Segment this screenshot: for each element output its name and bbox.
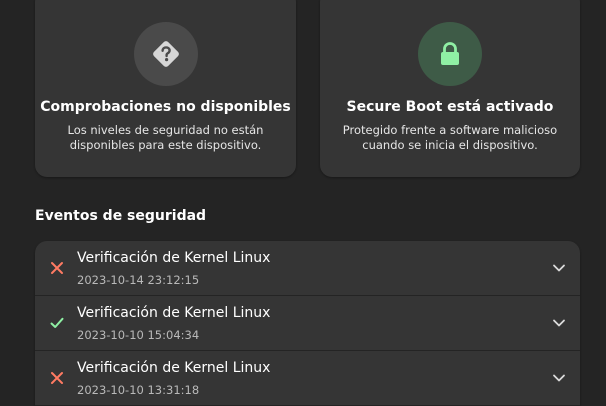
card-description: Protegido frente a software malicioso cu…: [342, 123, 558, 152]
event-timestamp: 2023-10-10 15:04:34: [77, 328, 200, 342]
event-row[interactable]: Verificación de Kernel Linux 2023-10-10 …: [35, 296, 580, 351]
card-icon-circle: [133, 22, 198, 86]
chevron-down-icon[interactable]: [552, 261, 566, 275]
x-icon: [51, 372, 63, 384]
event-timestamp: 2023-10-10 13:31:18: [77, 383, 200, 397]
event-title: Verificación de Kernel Linux: [77, 360, 271, 376]
checkmark-icon: [50, 317, 64, 328]
security-card-secure-boot: Secure Boot está activado Protegido fren…: [320, 0, 580, 177]
x-icon: [51, 262, 63, 274]
event-title: Verificación de Kernel Linux: [77, 250, 271, 266]
event-row[interactable]: Verificación de Kernel Linux 2023-10-14 …: [35, 241, 580, 296]
event-timestamp: 2023-10-14 23:12:15: [77, 273, 200, 287]
question-diamond-icon: [152, 41, 179, 67]
security-events-heading: Eventos de seguridad: [35, 208, 207, 224]
security-events-list: Verificación de Kernel Linux 2023-10-14 …: [35, 241, 580, 406]
event-row[interactable]: Verificación de Kernel Linux 2023-10-10 …: [35, 351, 580, 406]
card-title: Secure Boot está activado: [346, 99, 554, 115]
chevron-down-icon[interactable]: [552, 316, 566, 330]
card-description: Los niveles de seguridad no están dispon…: [67, 123, 264, 152]
lock-icon: [441, 42, 459, 65]
card-title: Comprobaciones no disponibles: [40, 99, 291, 115]
event-title: Verificación de Kernel Linux: [77, 305, 271, 321]
chevron-down-icon[interactable]: [552, 371, 566, 385]
card-icon-circle: [418, 22, 482, 86]
security-card-checks-unavailable: Comprobaciones no disponibles Los nivele…: [35, 0, 296, 177]
